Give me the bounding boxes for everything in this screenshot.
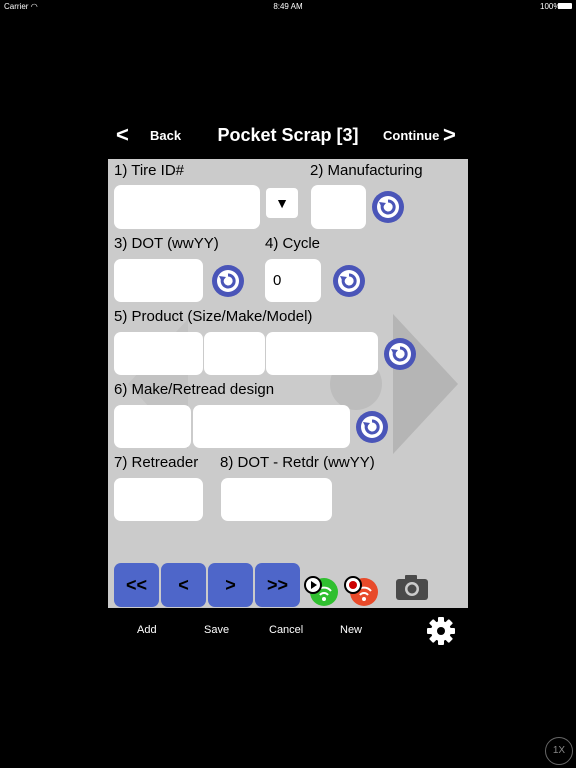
manufacturing-input[interactable] [311, 185, 366, 229]
gear-icon[interactable] [426, 616, 456, 646]
last-record-button[interactable]: >> [255, 563, 300, 607]
new-button[interactable]: New [340, 624, 362, 636]
tire-id-input[interactable] [114, 185, 260, 229]
make-design-make-input[interactable] [114, 405, 191, 448]
status-time: 8:49 AM [273, 2, 303, 11]
tire-id-dropdown-button[interactable]: ▼ [266, 188, 298, 218]
reset-icon [217, 270, 239, 292]
camera-icon[interactable] [394, 572, 430, 602]
manufacturing-label: 2) Manufacturing [310, 162, 423, 179]
reset-icon [389, 343, 411, 365]
sync-record-icon[interactable] [344, 573, 380, 607]
page-title: Pocket Scrap [3] [217, 125, 359, 145]
product-make-input[interactable] [204, 332, 265, 375]
dot-reset-button[interactable] [212, 265, 244, 297]
prev-record-button[interactable]: < [161, 563, 206, 607]
product-reset-button[interactable] [384, 338, 416, 370]
save-button[interactable]: Save [204, 624, 229, 636]
make-design-design-input[interactable] [193, 405, 350, 448]
dot-retdr-input[interactable] [221, 478, 332, 521]
continue-chevron-icon[interactable]: > [443, 122, 456, 148]
product-size-input[interactable] [114, 332, 203, 375]
sync-upload-icon[interactable] [304, 573, 340, 607]
reset-icon [361, 416, 383, 438]
retreader-label: 7) Retreader [114, 454, 199, 471]
make-design-reset-button[interactable] [356, 411, 388, 443]
continue-button[interactable]: Continue [383, 128, 439, 143]
add-button[interactable]: Add [137, 624, 157, 636]
cancel-button[interactable]: Cancel [269, 624, 303, 636]
dot-label: 3) DOT (wwYY) [114, 235, 219, 252]
product-label: 5) Product (Size/Make/Model) [114, 308, 313, 325]
form-panel: 1) Tire ID# ▼ 2) Manufacturing 3) DOT (w… [108, 159, 468, 608]
reset-icon [377, 196, 399, 218]
reset-icon [338, 270, 360, 292]
battery-icon [558, 3, 572, 9]
next-record-button[interactable]: > [208, 563, 253, 607]
cycle-input[interactable] [265, 259, 321, 302]
product-model-input[interactable] [266, 332, 378, 375]
triangle-down-icon: ▼ [275, 195, 289, 211]
tire-id-label: 1) Tire ID# [114, 162, 185, 179]
make-design-label: 6) Make/Retread design [114, 381, 275, 398]
manufacturing-reset-button[interactable] [372, 191, 404, 223]
cycle-label: 4) Cycle [265, 235, 321, 252]
retreader-input[interactable] [114, 478, 203, 521]
zoom-badge[interactable]: 1X [545, 737, 573, 765]
dot-retdr-label: 8) DOT - Retdr (wwYY) [220, 454, 375, 471]
dot-input[interactable] [114, 259, 203, 302]
first-record-button[interactable]: << [114, 563, 159, 607]
cycle-reset-button[interactable] [333, 265, 365, 297]
